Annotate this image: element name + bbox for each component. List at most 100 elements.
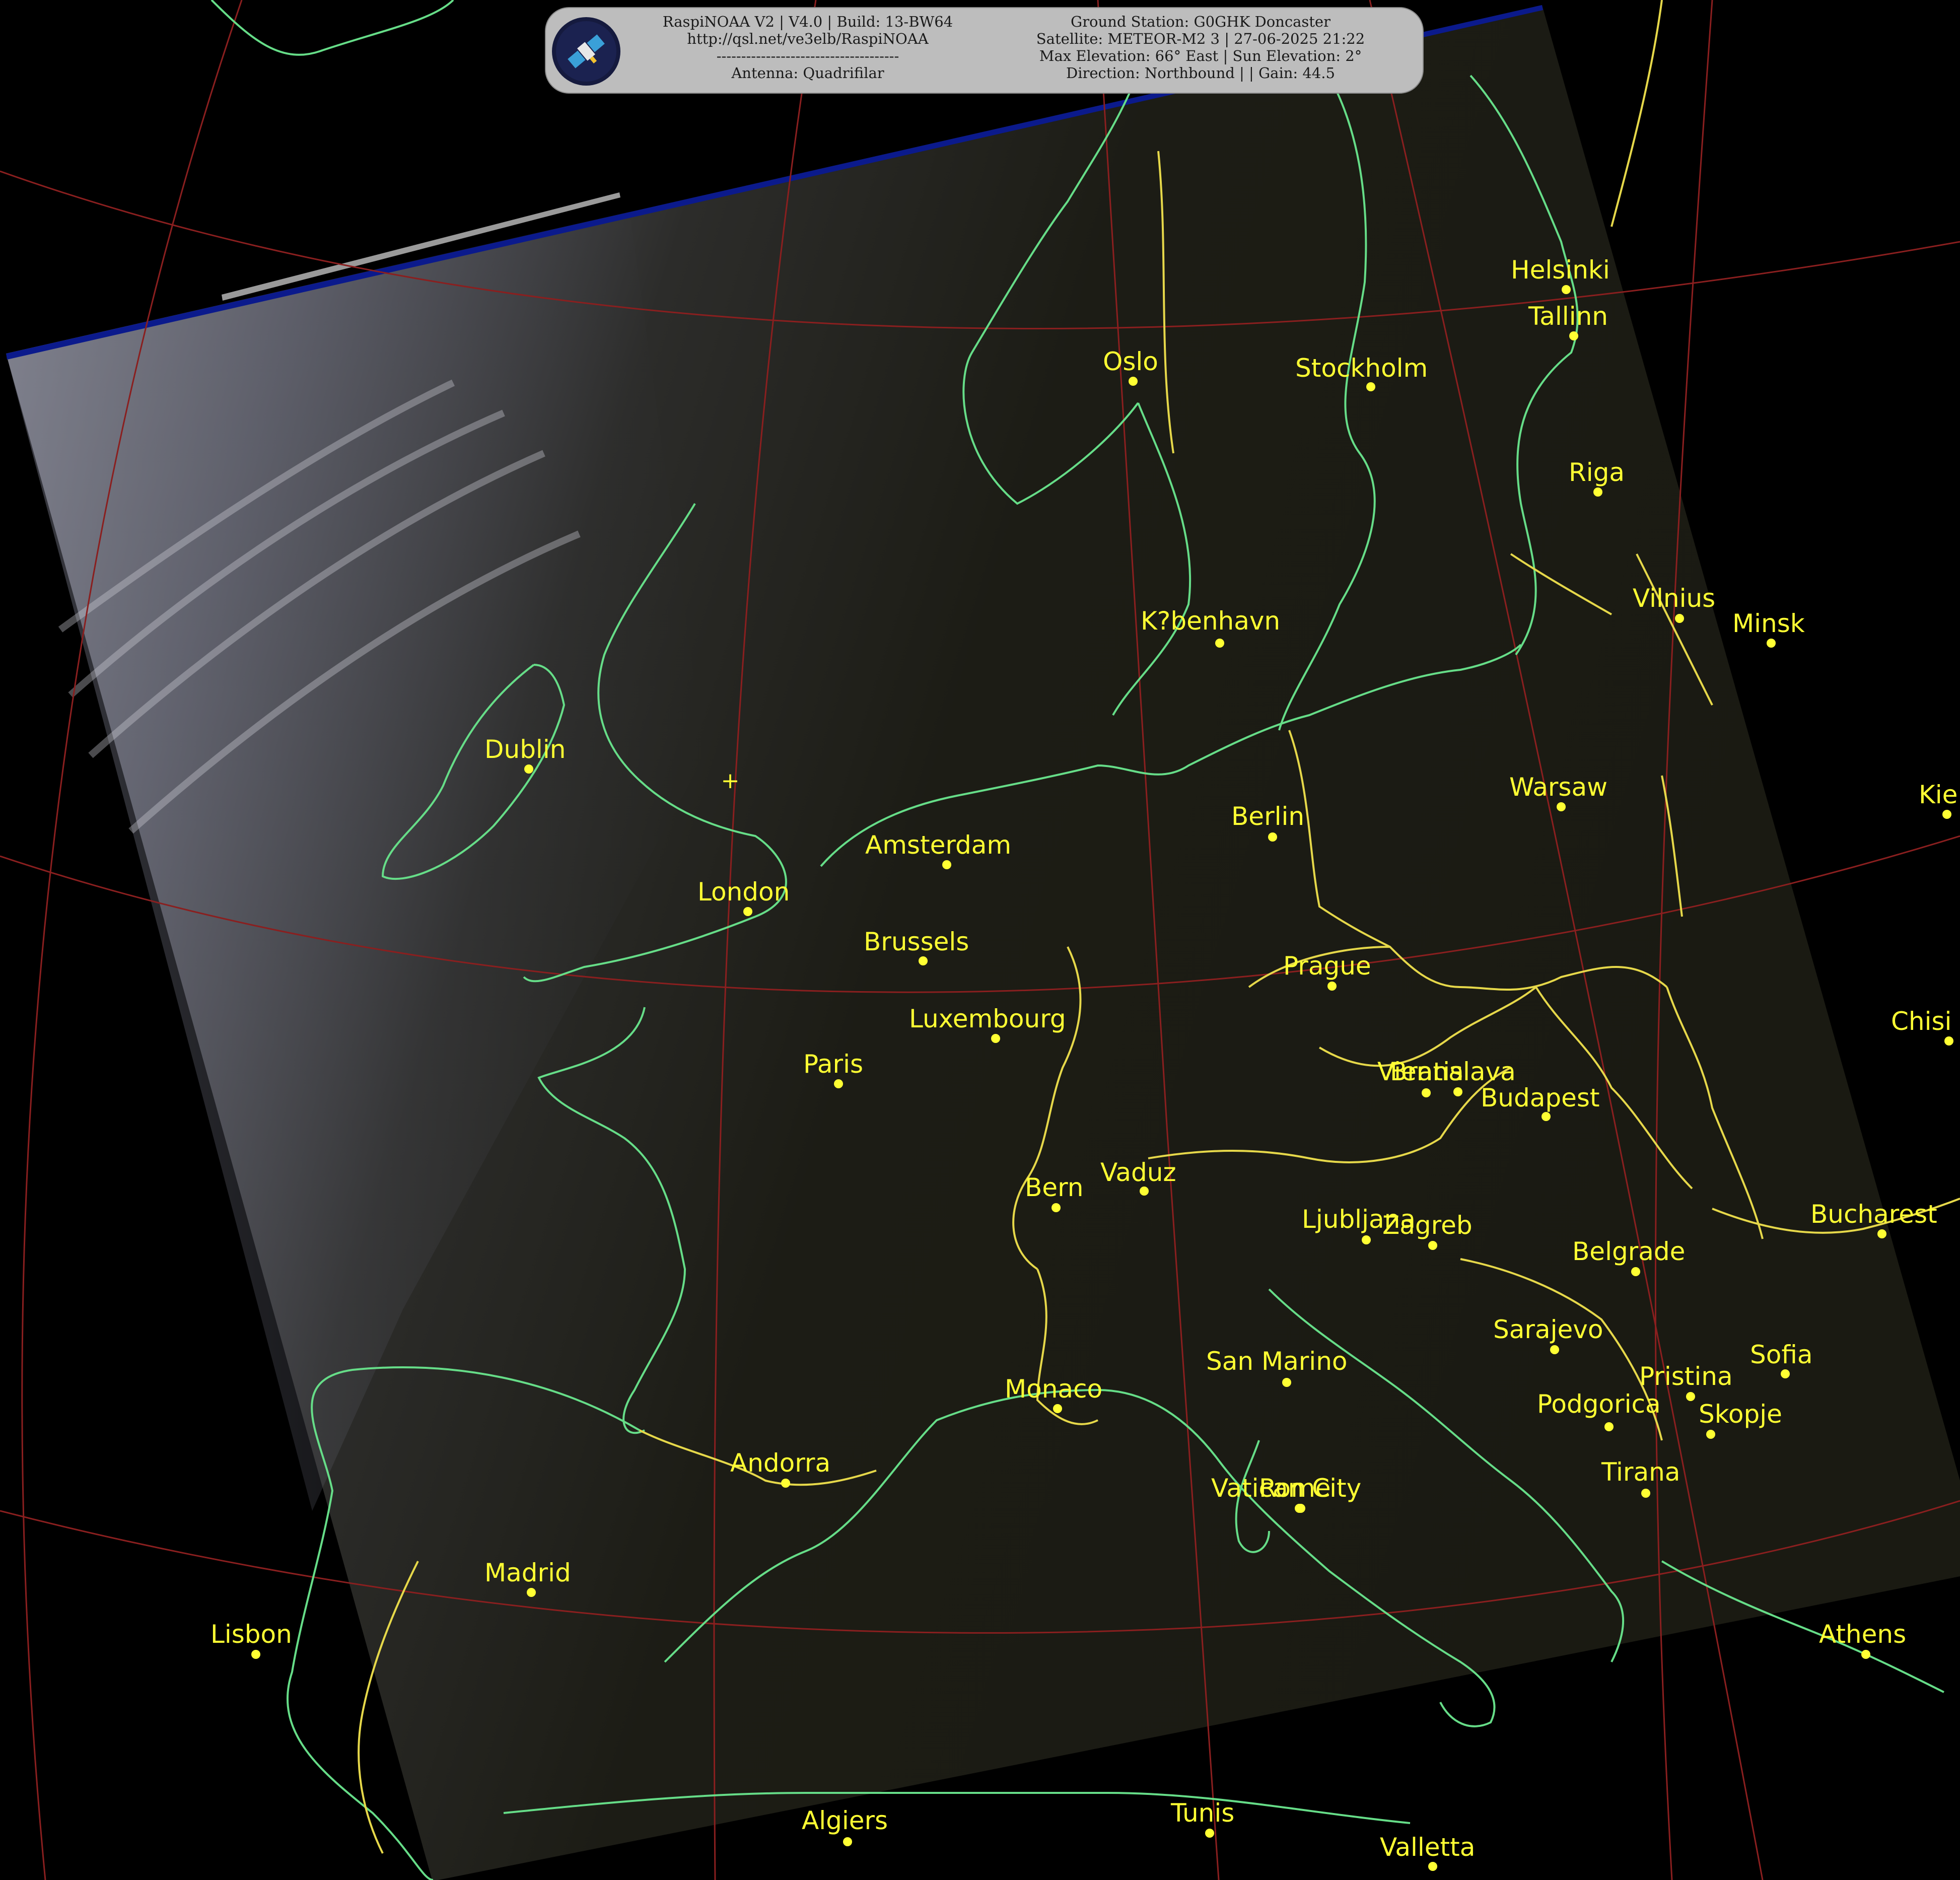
city-dot <box>843 1837 852 1846</box>
city-dot <box>1542 1112 1551 1121</box>
city-marker: Chisi <box>1891 1007 1953 1046</box>
city-dot <box>1366 382 1375 391</box>
city-dot <box>1205 1829 1214 1838</box>
city-dot <box>1767 639 1776 648</box>
banner-line: Ground Station: G0GHK Doncaster <box>1071 13 1331 30</box>
city-dot <box>1861 1650 1870 1659</box>
city-label: Budapest <box>1481 1083 1600 1112</box>
banner-line: Antenna: Quadrifilar <box>731 64 884 82</box>
city-dot <box>942 860 951 869</box>
city-dot <box>1296 1504 1305 1513</box>
city-label: Belgrade <box>1572 1237 1685 1266</box>
info-banner: RaspiNOAA V2 | V4.0 | Build: 13-BW64 htt… <box>545 7 1424 94</box>
city-label: Podgorica <box>1537 1389 1661 1419</box>
city-dot <box>834 1079 843 1088</box>
city-marker: Algiers <box>802 1806 888 1846</box>
city-dot <box>781 1479 790 1488</box>
city-label: Algiers <box>802 1806 888 1835</box>
city-dot <box>1569 331 1578 340</box>
city-label: Riga <box>1569 458 1625 487</box>
city-label: Bucharest <box>1810 1200 1937 1229</box>
city-dot <box>1215 639 1224 648</box>
city-label: Vilnius <box>1633 584 1715 613</box>
city-dot <box>527 1588 536 1597</box>
city-dot <box>251 1650 260 1659</box>
city-label: Luxembourg <box>909 1004 1066 1033</box>
city-label: London <box>697 877 790 907</box>
city-dot <box>1562 285 1571 294</box>
city-label: Kie <box>1919 780 1957 809</box>
city-dot <box>1877 1229 1886 1238</box>
satellite-icon <box>552 17 620 86</box>
city-label: Prague <box>1283 951 1371 981</box>
city-label: Tallinn <box>1528 302 1608 331</box>
city-marker: Valletta <box>1380 1833 1475 1871</box>
city-dot <box>1593 488 1602 497</box>
city-dot <box>1557 802 1566 811</box>
city-dot <box>1706 1430 1715 1439</box>
city-label: Monaco <box>1005 1374 1102 1404</box>
ground-station-marker: + <box>721 768 740 794</box>
banner-line: RaspiNOAA V2 | V4.0 | Build: 13-BW64 <box>662 13 953 30</box>
city-label: Stockholm <box>1295 354 1428 383</box>
city-marker: Tunis <box>1170 1798 1234 1838</box>
city-marker: Minsk <box>1732 609 1805 648</box>
city-dot <box>1129 377 1138 386</box>
city-label: Oslo <box>1103 347 1158 376</box>
city-label: Vaduz <box>1100 1158 1176 1187</box>
city-marker: Athens <box>1819 1620 1906 1659</box>
banner-line: Direction: Northbound | | Gain: 44.5 <box>1066 64 1335 82</box>
city-dot <box>743 907 752 916</box>
city-label: Pristina <box>1639 1362 1733 1391</box>
city-label: Tunis <box>1170 1798 1234 1828</box>
city-dot <box>1268 832 1277 842</box>
city-dot <box>1140 1187 1149 1196</box>
city-label: Athens <box>1819 1620 1906 1649</box>
city-dot <box>1428 1862 1437 1871</box>
city-label: Valletta <box>1380 1833 1475 1862</box>
satellite-image-viewer: + Helsinki Tallinn Oslo Stockholm Riga V… <box>0 0 1960 1880</box>
city-label: Bern <box>1025 1173 1083 1202</box>
satellite-map: + Helsinki Tallinn Oslo Stockholm Riga V… <box>0 0 1960 1880</box>
city-dot <box>1781 1369 1790 1378</box>
city-label: Minsk <box>1732 609 1805 638</box>
city-label: Paris <box>803 1050 863 1079</box>
city-label: Skopje <box>1699 1400 1782 1429</box>
banner-line: Max Elevation: 66° East | Sun Elevation:… <box>1039 47 1362 64</box>
city-marker: Kie <box>1919 780 1957 819</box>
city-dot <box>1053 1404 1062 1413</box>
city-dot <box>1675 614 1684 623</box>
city-label: Berlin <box>1231 802 1304 831</box>
city-dot <box>1686 1392 1695 1401</box>
city-dot <box>1428 1241 1437 1250</box>
city-dot <box>1327 982 1337 991</box>
city-label: Zagreb <box>1382 1211 1473 1240</box>
city-label: Andorra <box>730 1448 830 1478</box>
city-label: Sofia <box>1750 1340 1812 1369</box>
city-dot <box>1944 1036 1953 1046</box>
city-label: Madrid <box>484 1558 571 1587</box>
city-label: K?benhavn <box>1141 606 1280 636</box>
city-dot <box>1604 1422 1614 1431</box>
city-label: Sarajevo <box>1493 1315 1603 1344</box>
banner-right-column: Ground Station: G0GHK Doncaster Satellit… <box>984 13 1417 82</box>
banner-line: http://qsl.net/ve3elb/RaspiNOAA <box>687 30 929 47</box>
city-label: Amsterdam <box>865 830 1011 860</box>
banner-left-column: RaspiNOAA V2 | V4.0 | Build: 13-BW64 htt… <box>632 13 984 82</box>
city-label: Dublin <box>484 735 566 764</box>
banner-line: ------------------------------------- <box>716 47 899 64</box>
city-marker: Lisbon <box>211 1620 292 1659</box>
city-dot <box>991 1034 1000 1043</box>
city-label: Warsaw <box>1509 773 1607 802</box>
city-label: Bratislava <box>1390 1057 1516 1086</box>
city-dot <box>524 764 533 774</box>
city-dot <box>1362 1235 1371 1244</box>
city-label: San Marino <box>1206 1347 1347 1376</box>
city-label: Rome <box>1259 1474 1331 1503</box>
banner-line: Satellite: METEOR-M2 3 | 27-06-2025 21:2… <box>1036 30 1365 47</box>
city-dot <box>1422 1088 1431 1097</box>
city-dot <box>1052 1203 1061 1212</box>
city-label: Tirana <box>1601 1457 1680 1487</box>
city-label: Lisbon <box>211 1620 292 1649</box>
city-dot <box>919 956 928 965</box>
